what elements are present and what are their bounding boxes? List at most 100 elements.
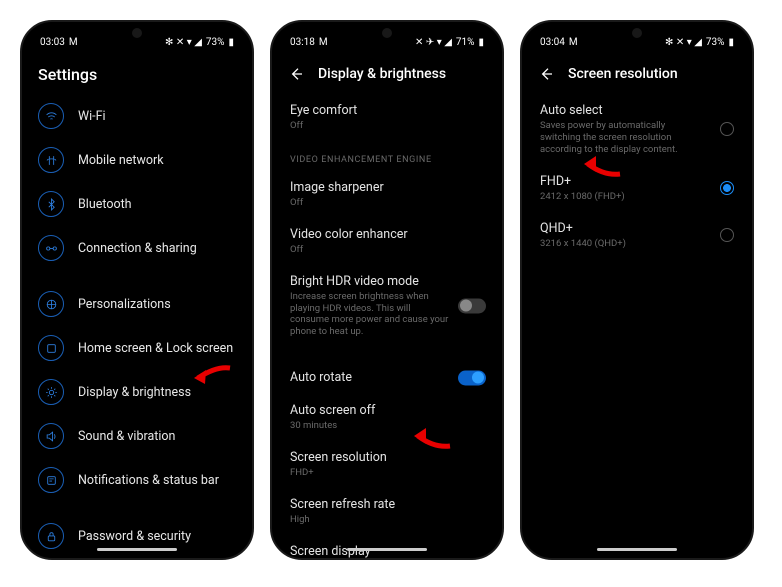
annotation-arrow [412, 422, 452, 452]
camera-notch [632, 28, 642, 38]
page-header: Settings [22, 54, 252, 94]
side-button [503, 192, 504, 272]
camera-notch [132, 28, 142, 38]
back-icon[interactable] [538, 66, 554, 82]
bluetooth-icon [38, 191, 64, 217]
settings-item-password[interactable]: Password & security [22, 514, 252, 558]
section-header: VIDEO ENHANCEMENT ENGINE [272, 141, 502, 171]
nav-handle[interactable] [97, 548, 177, 551]
title: Auto rotate [290, 370, 484, 385]
toggle-auto-rotate[interactable] [458, 370, 486, 385]
side-button [503, 132, 504, 182]
back-icon[interactable] [288, 66, 304, 82]
subtitle: 2412 x 1080 (FHD+) [540, 191, 708, 203]
page-header: Screen resolution [522, 54, 752, 94]
battery-icon: ▮ [228, 37, 234, 48]
subtitle: Off [290, 244, 484, 256]
wifi-icon [38, 103, 64, 129]
subtitle: Off [290, 197, 484, 209]
home-icon [38, 335, 64, 361]
settings-item-connection[interactable]: Connection & sharing [22, 226, 252, 270]
phone-display: 03:18 M ✕ ✈ ▾ ◢ 71% ▮ Display & brightne… [270, 20, 504, 560]
subtitle: High [290, 514, 484, 526]
toggle-hdr[interactable] [458, 298, 486, 313]
title: Video color enhancer [290, 227, 484, 242]
status-icons: ✻ ✕ ▾ ◢ [165, 37, 202, 48]
battery-icon: ▮ [478, 37, 484, 48]
label: Password & security [78, 529, 236, 544]
side-button [753, 192, 754, 272]
settings-item-privacy[interactable]: Privacy [22, 558, 252, 560]
title: Eye comfort [290, 103, 484, 118]
settings-list: Wi-Fi Mobile network Bluetooth Connectio… [22, 94, 252, 560]
gmail-icon: M [319, 37, 328, 48]
settings-item-notifications[interactable]: Notifications & status bar [22, 458, 252, 502]
side-button [753, 132, 754, 182]
item-auto-off[interactable]: Auto screen off 30 minutes [272, 394, 502, 441]
subtitle: Increase screen brightness when playing … [290, 291, 450, 339]
item-qhd[interactable]: QHD+ 3216 x 1440 (QHD+) [522, 212, 752, 259]
nav-handle[interactable] [347, 548, 427, 551]
gmail-icon: M [69, 37, 78, 48]
title: Screen display [290, 544, 484, 559]
annotation-arrow [192, 362, 232, 392]
label: Mobile network [78, 153, 236, 168]
status-icons: ✻ ✕ ▾ ◢ [665, 37, 702, 48]
page-title: Display & brightness [318, 66, 446, 82]
battery-text: 73% [706, 37, 725, 48]
nav-handle[interactable] [597, 548, 677, 551]
settings-item-mobile[interactable]: Mobile network [22, 138, 252, 182]
phone-settings: 03:03 M ✻ ✕ ▾ ◢ 73% ▮ Settings Wi-Fi Mob… [20, 20, 254, 560]
label: Personalizations [78, 297, 236, 312]
side-button [253, 192, 254, 272]
page-title: Screen resolution [568, 66, 678, 82]
resolution-list: Auto select Saves power by automatically… [522, 94, 752, 278]
battery-text: 73% [206, 37, 225, 48]
radio-qhd[interactable] [720, 228, 734, 242]
item-auto-select[interactable]: Auto select Saves power by automatically… [522, 94, 752, 165]
settings-item-sound[interactable]: Sound & vibration [22, 414, 252, 458]
notifications-icon [38, 467, 64, 493]
label: Notifications & status bar [78, 473, 236, 488]
label: Wi-Fi [78, 109, 236, 124]
subtitle: Off [290, 120, 484, 132]
item-auto-rotate[interactable]: Auto rotate [272, 361, 502, 394]
personalization-icon [38, 291, 64, 317]
battery-icon: ▮ [728, 37, 734, 48]
radio-fhd[interactable] [720, 181, 734, 195]
camera-notch [382, 28, 392, 38]
item-resolution[interactable]: Screen resolution FHD+ [272, 441, 502, 488]
clock: 03:18 [290, 37, 315, 48]
settings-item-bluetooth[interactable]: Bluetooth [22, 182, 252, 226]
display-list: Eye comfort Off VIDEO ENHANCEMENT ENGINE… [272, 94, 502, 560]
connection-icon [38, 235, 64, 261]
title: Auto screen off [290, 403, 484, 418]
item-refresh[interactable]: Screen refresh rate High [272, 488, 502, 535]
page-header: Display & brightness [272, 54, 502, 94]
title: QHD+ [540, 221, 708, 236]
clock: 03:03 [40, 37, 65, 48]
radio-auto[interactable] [720, 122, 734, 136]
annotation-arrow [582, 150, 622, 180]
status-icons: ✕ ✈ ▾ ◢ [415, 37, 452, 48]
page-title: Settings [38, 65, 97, 84]
settings-item-wifi[interactable]: Wi-Fi [22, 94, 252, 138]
subtitle: 3216 x 1440 (QHD+) [540, 238, 708, 250]
item-hdr[interactable]: Bright HDR video mode Increase screen br… [272, 265, 502, 348]
subtitle: Saves power by automatically switching t… [540, 120, 708, 156]
title: FHD+ [540, 174, 708, 189]
clock: 03:04 [540, 37, 565, 48]
gmail-icon: M [569, 37, 578, 48]
item-color-enhancer[interactable]: Video color enhancer Off [272, 218, 502, 265]
label: Bluetooth [78, 197, 236, 212]
item-fhd[interactable]: FHD+ 2412 x 1080 (FHD+) [522, 165, 752, 212]
subtitle: 30 minutes [290, 420, 484, 432]
title: Image sharpener [290, 180, 484, 195]
item-eye-comfort[interactable]: Eye comfort Off [272, 94, 502, 141]
settings-item-personalizations[interactable]: Personalizations [22, 282, 252, 326]
item-sharpener[interactable]: Image sharpener Off [272, 171, 502, 218]
subtitle: FHD+ [290, 467, 484, 479]
side-button [253, 132, 254, 182]
label: Home screen & Lock screen [78, 341, 236, 356]
sound-icon [38, 423, 64, 449]
